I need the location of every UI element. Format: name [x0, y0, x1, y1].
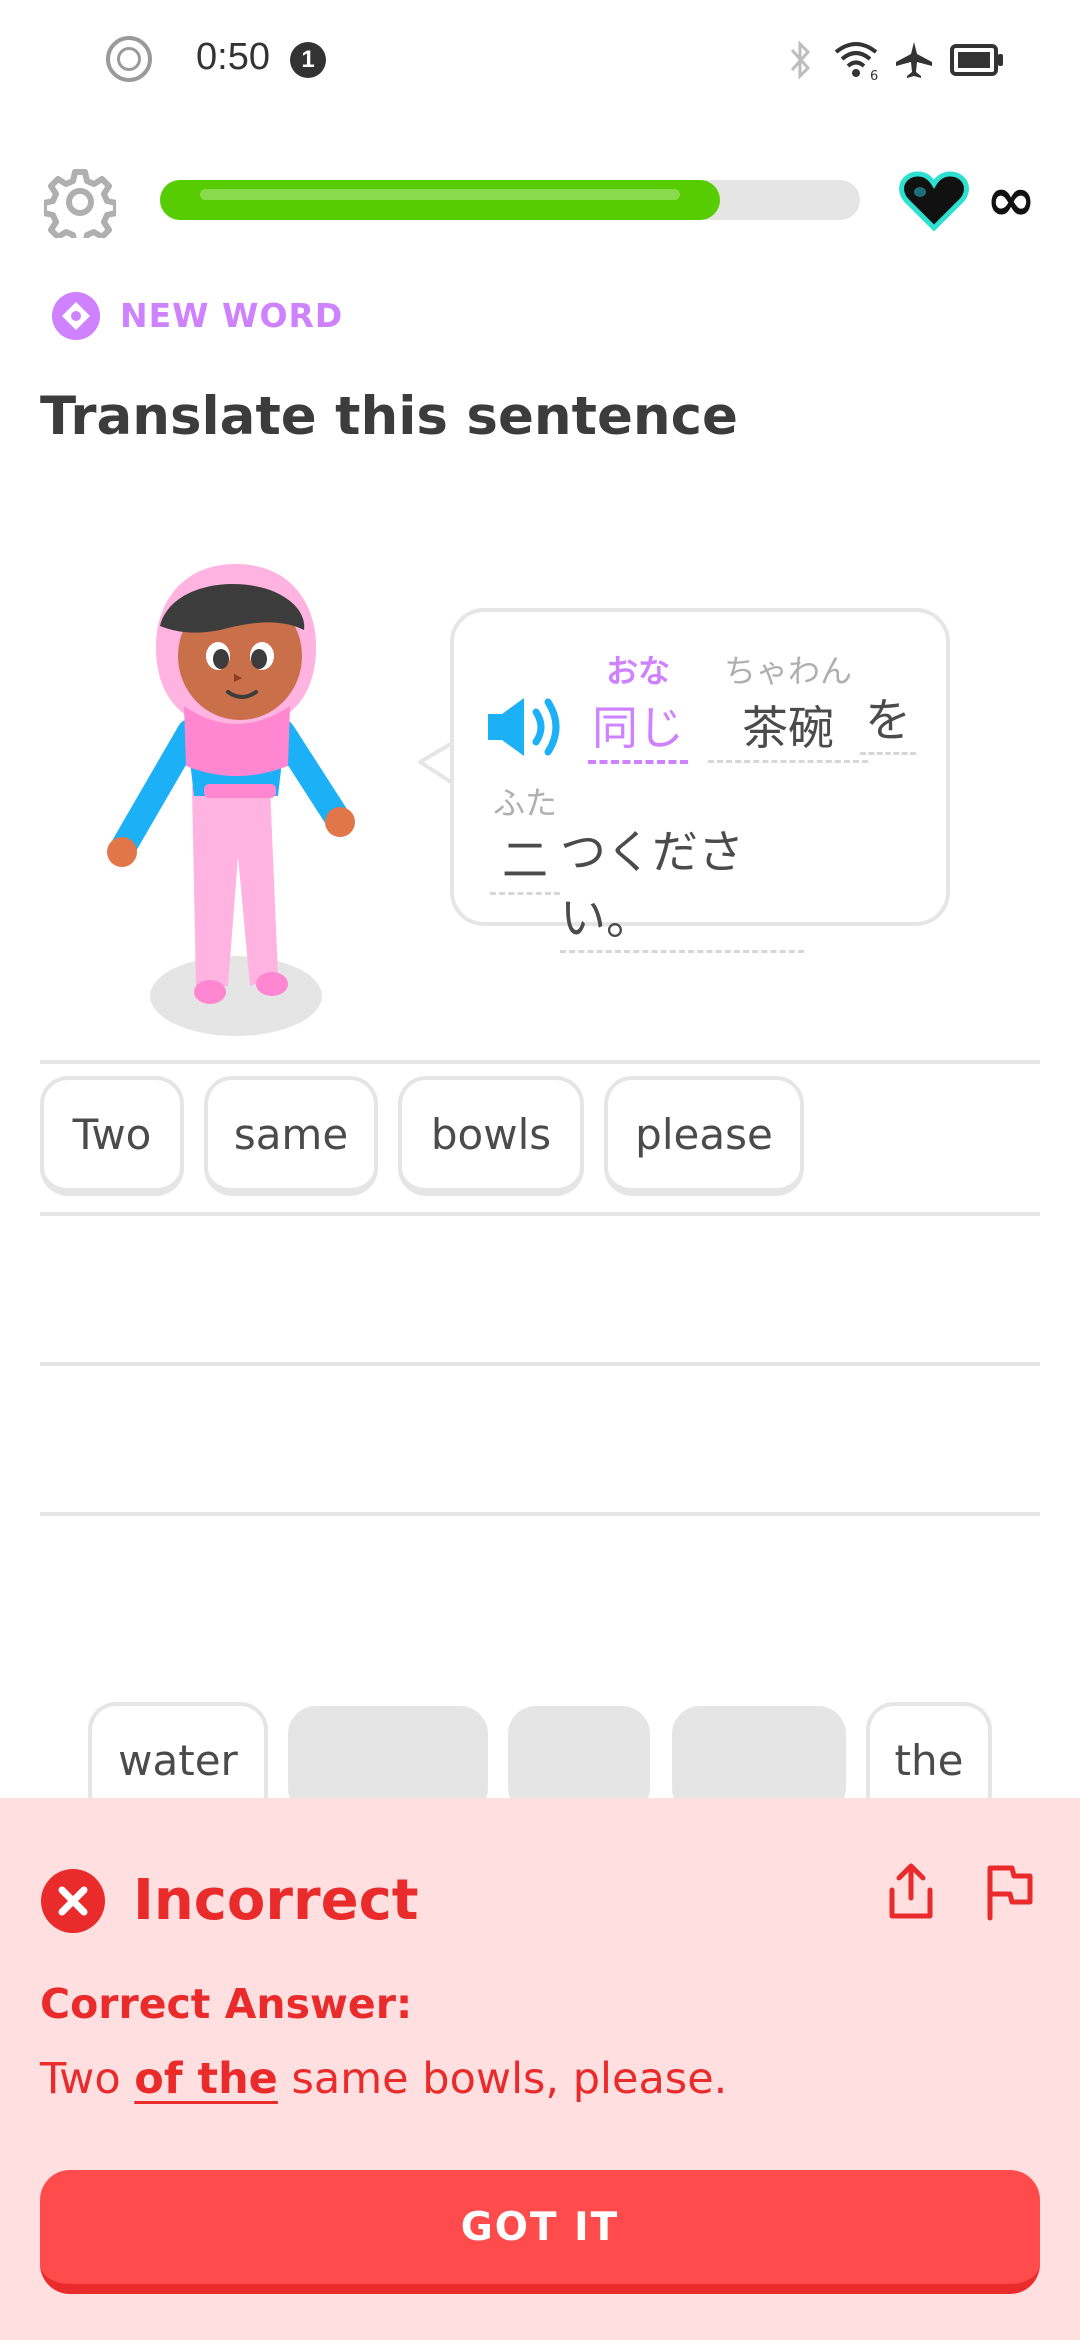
furigana: おな — [605, 652, 670, 690]
report-flag-icon[interactable] — [984, 1862, 1036, 1922]
lesson-progress-bar — [160, 180, 860, 220]
furigana: ふた — [492, 784, 557, 822]
lesson-progress-fill — [160, 180, 720, 220]
heart-icon[interactable] — [898, 170, 970, 234]
progress-shine — [200, 189, 680, 200]
sentence-word[interactable]: ふた 二 — [490, 778, 560, 895]
kanji-text: 同じ — [588, 692, 688, 764]
answer-line — [40, 1362, 1040, 1366]
answer-line — [40, 1060, 1040, 1064]
settings-gear-icon[interactable] — [44, 166, 116, 238]
furigana — [560, 778, 820, 816]
sentence-word[interactable]: を — [860, 646, 916, 755]
answer-word-chip[interactable]: same — [204, 1076, 378, 1196]
wifi-icon: 6 — [834, 42, 878, 82]
character-illustration — [107, 564, 355, 1036]
correct-answer-text: Two of the same bowls, please. — [40, 2054, 727, 2104]
sentence-word[interactable]: おな 同じ — [588, 646, 688, 764]
notification-badge: 1 — [290, 42, 326, 78]
got-it-button[interactable]: GOT IT — [40, 2170, 1040, 2294]
bluetooth-icon — [790, 40, 811, 80]
sentence-word[interactable]: つください。 — [560, 778, 820, 953]
error-x-icon — [41, 1869, 105, 1933]
answer-after: same bowls, please. — [277, 2054, 728, 2104]
status-time: 0:50 — [196, 36, 270, 78]
furigana: ちゃわん — [723, 652, 852, 690]
prompt-title: Translate this sentence — [40, 386, 739, 447]
answer-line — [40, 1212, 1040, 1216]
answer-word-chip[interactable]: please — [604, 1076, 804, 1196]
answer-word-chip[interactable]: Two — [40, 1076, 184, 1196]
kanji-text: 二 — [490, 824, 560, 895]
kanji-text: 茶碗 — [708, 692, 868, 763]
answer-before: Two — [40, 2054, 135, 2104]
feedback-status: Incorrect — [133, 1868, 419, 1933]
kanji-text: を — [860, 684, 916, 755]
furigana — [860, 646, 916, 684]
airplane-mode-icon — [896, 42, 932, 78]
hearts-count: ∞ — [986, 165, 1036, 235]
speaker-icon[interactable] — [484, 692, 570, 762]
svg-text:6: 6 — [870, 69, 878, 82]
answer-line — [40, 1512, 1040, 1516]
sentence-word[interactable]: ちゃわん 茶碗 — [708, 646, 868, 763]
new-word-icon — [52, 292, 100, 340]
share-icon[interactable] — [886, 1862, 936, 1922]
correct-answer-label: Correct Answer: — [40, 1980, 413, 2028]
battery-icon — [950, 44, 1003, 76]
new-word-tag: NEW WORD — [120, 296, 344, 335]
kanji-text: つください。 — [560, 816, 804, 953]
answer-word-chip[interactable]: bowls — [398, 1076, 584, 1196]
screen-record-icon — [106, 36, 152, 82]
answer-highlight: of the — [134, 2054, 278, 2104]
